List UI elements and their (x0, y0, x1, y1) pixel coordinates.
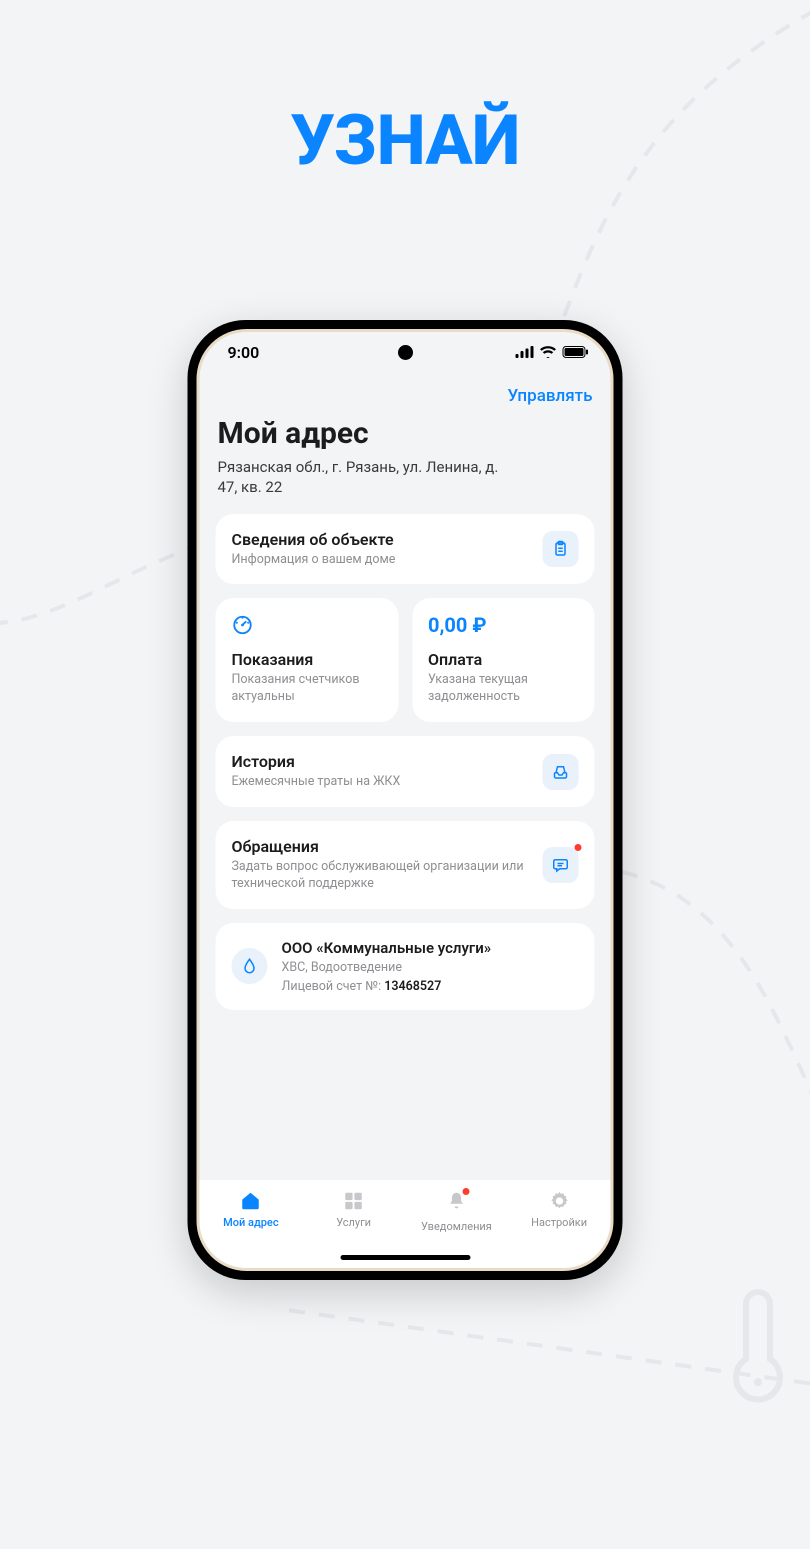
phone-screen: 9:00 Управлять Мой адрес Рязанская обл.,… (197, 329, 614, 1271)
payment-amount: 0,00 ₽ (428, 613, 486, 637)
cellular-icon (516, 346, 534, 358)
tab-notifications[interactable]: Уведомления (405, 1190, 508, 1233)
card-title: Обращения (232, 837, 543, 856)
drop-icon (232, 948, 268, 984)
tab-settings[interactable]: Настройки (508, 1190, 611, 1229)
thermometer-icon (728, 1282, 788, 1412)
card-title: Оплата (428, 650, 579, 669)
card-subtitle: Информация о вашем доме (232, 552, 543, 569)
card-title: Показания (232, 650, 383, 669)
property-info-card[interactable]: Сведения об объекте Информация о вашем д… (216, 514, 595, 585)
appeals-card[interactable]: Обращения Задать вопрос обслуживающей ор… (216, 821, 595, 909)
camera-punchhole (398, 345, 413, 360)
notification-dot (575, 844, 582, 851)
decorative-dashed-line (620, 870, 810, 1120)
card-subtitle: Указана текущая задолженность (428, 672, 579, 706)
address-text: Рязанская обл., г. Рязань, ул. Ленина, д… (216, 457, 516, 514)
notification-dot (462, 1188, 469, 1195)
gear-icon (548, 1190, 570, 1212)
page-title: Мой адрес (216, 412, 595, 457)
card-title: Сведения об объекте (232, 530, 543, 549)
home-icon (240, 1190, 262, 1212)
battery-icon (563, 346, 589, 358)
payment-card[interactable]: 0,00 ₽ Оплата Указана текущая задолженно… (412, 598, 595, 722)
card-subtitle: Показания счетчиков актуальны (232, 672, 383, 706)
card-title: История (232, 752, 543, 771)
screen-content: Управлять Мой адрес Рязанская обл., г. Р… (200, 372, 611, 1180)
provider-name: ООО «Коммунальные услуги» (282, 939, 579, 957)
status-time: 9:00 (228, 343, 260, 362)
card-subtitle: Задать вопрос обслуживающей организации … (232, 859, 543, 893)
provider-services: ХВС, Водоотведение (282, 960, 579, 975)
home-indicator (340, 1255, 470, 1260)
status-icons (516, 346, 589, 358)
provider-card[interactable]: ООО «Коммунальные услуги» ХВС, Водоотвед… (216, 923, 595, 1010)
tab-my-address[interactable]: Мой адрес (200, 1190, 303, 1229)
tab-label: Уведомления (421, 1220, 492, 1233)
readings-card[interactable]: Показания Показания счетчиков актуальны (216, 598, 399, 722)
chat-icon (543, 847, 579, 883)
phone-frame: 9:00 Управлять Мой адрес Рязанская обл.,… (188, 320, 623, 1280)
grid-icon (343, 1190, 365, 1212)
tab-label: Услуги (336, 1216, 371, 1229)
manage-button[interactable]: Управлять (508, 386, 593, 406)
tab-label: Настройки (531, 1216, 587, 1229)
card-subtitle: Ежемесячные траты на ЖКХ (232, 774, 543, 791)
clipboard-icon (543, 531, 579, 567)
top-actions: Управлять (216, 372, 595, 412)
history-card[interactable]: История Ежемесячные траты на ЖКХ (216, 736, 595, 807)
wifi-icon (540, 346, 557, 358)
tab-services[interactable]: Услуги (302, 1190, 405, 1229)
marketing-headline: УЗНАЙ (0, 100, 810, 182)
tab-label: Мой адрес (223, 1216, 278, 1229)
inbox-icon (543, 754, 579, 790)
provider-account: Лицевой счет №: 13468527 (282, 979, 579, 994)
gauge-icon (232, 614, 383, 636)
